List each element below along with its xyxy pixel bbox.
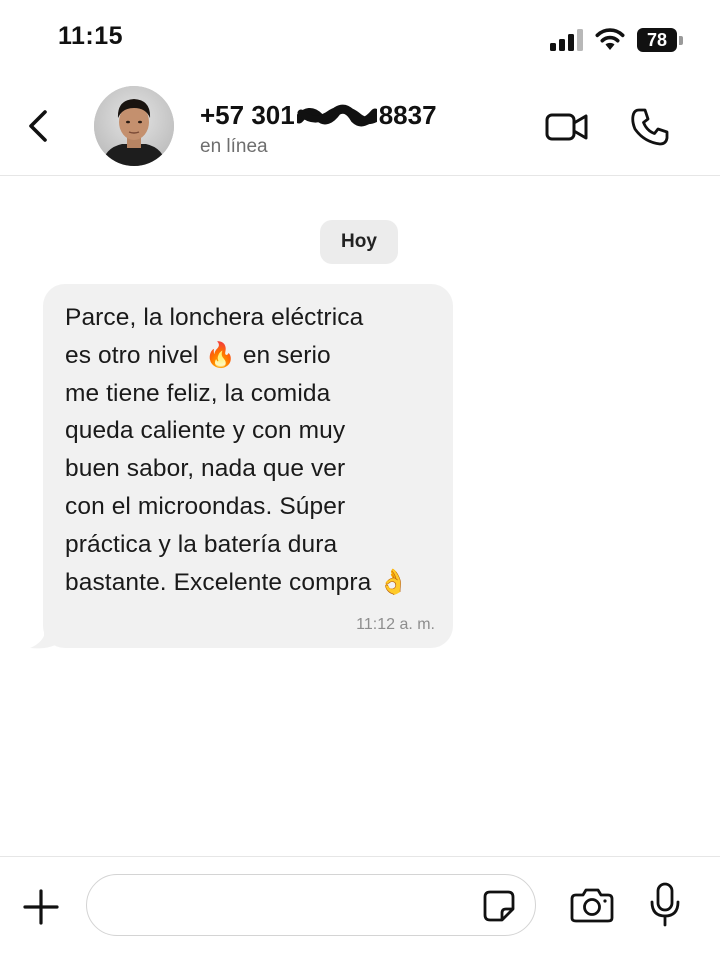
message-row: Parce, la lonchera eléctrica es otro niv… <box>30 284 454 650</box>
status-time: 11:15 <box>58 22 124 50</box>
input-bar <box>0 856 720 960</box>
date-separator: Hoy <box>320 220 398 264</box>
status-bar: 11:15 78 <box>0 0 720 80</box>
chevron-left-icon[interactable] <box>22 106 56 146</box>
battery-icon: 78 <box>637 28 683 52</box>
contact-name[interactable]: +57 301 8837 <box>200 100 437 131</box>
chat-screen: 11:15 78 +57 301 8837 en línea Hoy Parce… <box>0 0 720 960</box>
plus-icon[interactable] <box>22 888 60 926</box>
message-input[interactable] <box>86 874 536 936</box>
battery-level: 78 <box>637 28 677 52</box>
avatar[interactable] <box>94 86 174 166</box>
message-timestamp: 11:12 a. m. <box>356 616 435 633</box>
chat-area[interactable]: Hoy Parce, la lonchera eléctrica es otro… <box>0 176 720 856</box>
sticker-icon[interactable] <box>482 889 516 923</box>
wifi-icon <box>595 28 625 50</box>
phone-icon[interactable] <box>630 107 670 147</box>
contact-number-prefix: +57 301 <box>200 100 295 130</box>
battery-cap <box>679 36 683 45</box>
microphone-icon[interactable] <box>648 882 682 928</box>
video-camera-icon[interactable] <box>545 111 589 143</box>
incoming-message-bubble[interactable]: Parce, la lonchera eléctrica es otro niv… <box>43 284 453 648</box>
redaction-scribble <box>296 104 377 127</box>
contact-status: en línea <box>200 136 268 157</box>
message-text: Parce, la lonchera eléctrica es otro niv… <box>65 304 409 596</box>
signal-icon <box>550 29 583 51</box>
contact-number-suffix: 8837 <box>378 100 437 130</box>
chat-header: +57 301 8837 en línea <box>0 80 720 176</box>
avatar-photo <box>94 86 174 166</box>
camera-icon[interactable] <box>570 886 614 924</box>
